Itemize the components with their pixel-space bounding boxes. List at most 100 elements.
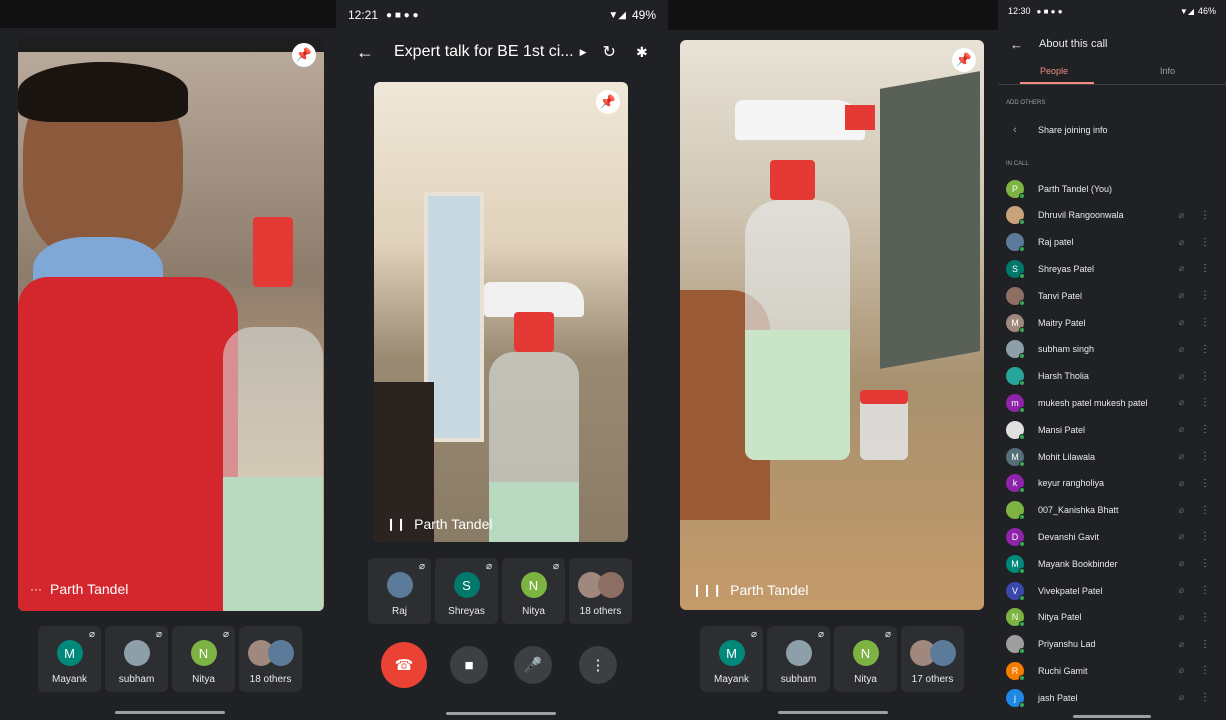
- avatar: [597, 572, 624, 598]
- speaker-name: Parth Tandel: [730, 582, 809, 598]
- participant-name: Shreyas Patel: [1038, 263, 1095, 274]
- more-options-icon[interactable]: ⋮: [1200, 478, 1210, 489]
- participant-row[interactable]: Mansi Patel ⌀ ⋮: [1006, 416, 1220, 443]
- participant-tile[interactable]: ⌀ subham: [105, 626, 168, 692]
- main-video[interactable]: 📌 ❙❙ Parth Tandel: [374, 82, 628, 542]
- participant-row[interactable]: Tanvi Patel ⌀ ⋮: [1006, 282, 1220, 309]
- tab-people[interactable]: People: [1040, 66, 1068, 76]
- participant-row[interactable]: N Nitya Patel ⌀ ⋮: [1006, 604, 1220, 631]
- more-options-icon[interactable]: ⋮: [1200, 505, 1210, 516]
- participant-tile[interactable]: ⌀ M Mayank: [700, 626, 763, 692]
- participant-tile[interactable]: ⌀ N Nitya: [834, 626, 897, 692]
- more-options-icon[interactable]: ⋮: [1200, 451, 1210, 462]
- meeting-title[interactable]: Expert talk for BE 1st ci...: [394, 43, 574, 61]
- bluetooth-icon[interactable]: ✱: [636, 44, 648, 61]
- mic-off-icon: ⌀: [1178, 665, 1184, 676]
- participant-row[interactable]: j jash Patel ⌀ ⋮: [1006, 684, 1220, 711]
- mic-off-icon: ⌀: [222, 629, 229, 640]
- participant-tile[interactable]: ⌀ S Shreyas: [435, 558, 498, 624]
- participant-row[interactable]: m mukesh patel mukesh patel ⌀ ⋮: [1006, 389, 1220, 416]
- more-options-icon[interactable]: ⋮: [1200, 317, 1210, 328]
- pin-icon[interactable]: 📌: [952, 48, 976, 72]
- avatar-initial: P: [1011, 183, 1018, 194]
- more-options-button[interactable]: ⋮: [579, 646, 617, 684]
- more-options-icon[interactable]: ⋮: [1200, 612, 1210, 623]
- more-options-icon[interactable]: ⋮: [1200, 639, 1210, 650]
- notification-icons: ● ■ ● ●: [386, 9, 419, 21]
- participant-row[interactable]: M Mohit Lilawala ⌀ ⋮: [1006, 443, 1220, 470]
- back-arrow-icon[interactable]: ←: [1010, 37, 1023, 52]
- more-options-icon[interactable]: ⋮: [1200, 237, 1210, 248]
- more-options-icon[interactable]: ⋮: [1200, 263, 1210, 274]
- mic-off-icon: ⌀: [1178, 317, 1184, 327]
- participant-row[interactable]: V Vivekpatel Patel ⌀ ⋮: [1006, 577, 1220, 604]
- chevron-right-icon[interactable]: ▶: [580, 47, 587, 58]
- participant-name: Tanvi Patel: [1038, 290, 1083, 301]
- participant-row[interactable]: Dhruvil Rangoonwala ⌀ ⋮: [1006, 202, 1220, 229]
- tab-info[interactable]: Info: [1160, 66, 1175, 76]
- participant-row[interactable]: Raj patel ⌀ ⋮: [1006, 229, 1220, 256]
- participant-row[interactable]: Priyanshu Lad ⌀ ⋮: [1006, 631, 1220, 658]
- participant-name: Harsh Tholia: [1038, 371, 1089, 382]
- participant-name: subham: [118, 674, 155, 685]
- avatar: S: [453, 572, 480, 598]
- participant-tile[interactable]: ⌀ N Nitya: [172, 626, 235, 692]
- more-options-icon[interactable]: ⋮: [1200, 397, 1210, 408]
- more-options-icon[interactable]: ⋮: [1200, 531, 1210, 542]
- avatar: M: [1006, 313, 1025, 333]
- mic-off-icon: ⌀: [1178, 692, 1184, 703]
- pin-icon[interactable]: 📌: [292, 43, 316, 67]
- mic-off-icon: ⌀: [884, 629, 891, 640]
- more-options-icon[interactable]: ⋮: [1200, 665, 1210, 676]
- share-joining-info-button[interactable]: ‹ Share joining info: [1006, 118, 1107, 142]
- camera-toggle-button[interactable]: ■: [450, 646, 488, 684]
- home-indicator[interactable]: [1073, 715, 1151, 718]
- more-options-icon[interactable]: ⋮: [1200, 210, 1210, 221]
- status-bar: 12:21 ● ■ ● ● ▼◢ 49%: [336, 0, 668, 30]
- call-header: ← Expert talk for BE 1st ci... ▶ ↻ ✱: [336, 32, 668, 72]
- avatar: [929, 640, 956, 666]
- pin-icon[interactable]: 📌: [596, 90, 620, 114]
- main-video[interactable]: 📌 ❙❙❙ Parth Tandel: [680, 40, 984, 610]
- participant-row[interactable]: D Devanshi Gavit ⌀ ⋮: [1006, 523, 1220, 550]
- participant-row[interactable]: M Maitry Patel ⌀ ⋮: [1006, 309, 1220, 336]
- more-options-icon[interactable]: ⋮: [1200, 424, 1210, 435]
- participant-tile[interactable]: ⌀ N Nitya: [502, 558, 565, 624]
- mic-off-icon: ⌀: [1178, 236, 1184, 247]
- online-indicator: [1019, 433, 1025, 440]
- more-options-icon[interactable]: ⋮: [1200, 585, 1210, 596]
- participant-tile[interactable]: ⌀ Raj: [368, 558, 431, 624]
- participant-tile[interactable]: ⌀ subham: [767, 626, 830, 692]
- more-options-icon[interactable]: ⋮: [1200, 344, 1210, 355]
- more-options-icon[interactable]: ⋮: [1200, 371, 1210, 382]
- more-options-icon[interactable]: ⋮: [1200, 290, 1210, 301]
- participant-row[interactable]: Harsh Tholia ⌀ ⋮: [1006, 363, 1220, 390]
- mic-toggle-button[interactable]: 🎤: [514, 646, 552, 684]
- online-indicator: [1019, 272, 1025, 279]
- participant-row[interactable]: P Parth Tandel (You): [1006, 175, 1220, 202]
- online-indicator: [1019, 406, 1025, 413]
- others-tile[interactable]: 17 others: [901, 626, 964, 692]
- end-call-button[interactable]: ☎: [381, 642, 427, 688]
- participant-row[interactable]: k keyur rangholiya ⌀ ⋮: [1006, 470, 1220, 497]
- participant-tile[interactable]: ⌀ M Mayank: [38, 626, 101, 692]
- mic-off-icon: ⌀: [1178, 531, 1184, 542]
- more-options-icon[interactable]: ⋮: [1200, 692, 1210, 703]
- participant-row[interactable]: S Shreyas Patel ⌀ ⋮: [1006, 255, 1220, 282]
- participant-name: Dhruvil Rangoonwala: [1038, 210, 1124, 221]
- more-options-icon[interactable]: ⋮: [1200, 558, 1210, 569]
- avatar: M: [718, 640, 745, 666]
- switch-camera-icon[interactable]: ↻: [603, 42, 616, 62]
- participant-row[interactable]: subham singh ⌀ ⋮: [1006, 336, 1220, 363]
- others-tile[interactable]: 18 others: [569, 558, 632, 624]
- avatar: N: [190, 640, 217, 666]
- home-indicator[interactable]: [115, 711, 225, 714]
- home-indicator[interactable]: [446, 712, 556, 715]
- participant-row[interactable]: 007_Kanishka Bhatt ⌀ ⋮: [1006, 497, 1220, 524]
- others-tile[interactable]: 18 others: [239, 626, 302, 692]
- main-video[interactable]: 📌 ··· Parth Tandel: [18, 37, 324, 611]
- participant-row[interactable]: M Mayank Bookbinder ⌀ ⋮: [1006, 550, 1220, 577]
- home-indicator[interactable]: [778, 711, 888, 714]
- participant-row[interactable]: R Ruchi Gamit ⌀ ⋮: [1006, 657, 1220, 684]
- back-arrow-icon[interactable]: ←: [356, 42, 374, 63]
